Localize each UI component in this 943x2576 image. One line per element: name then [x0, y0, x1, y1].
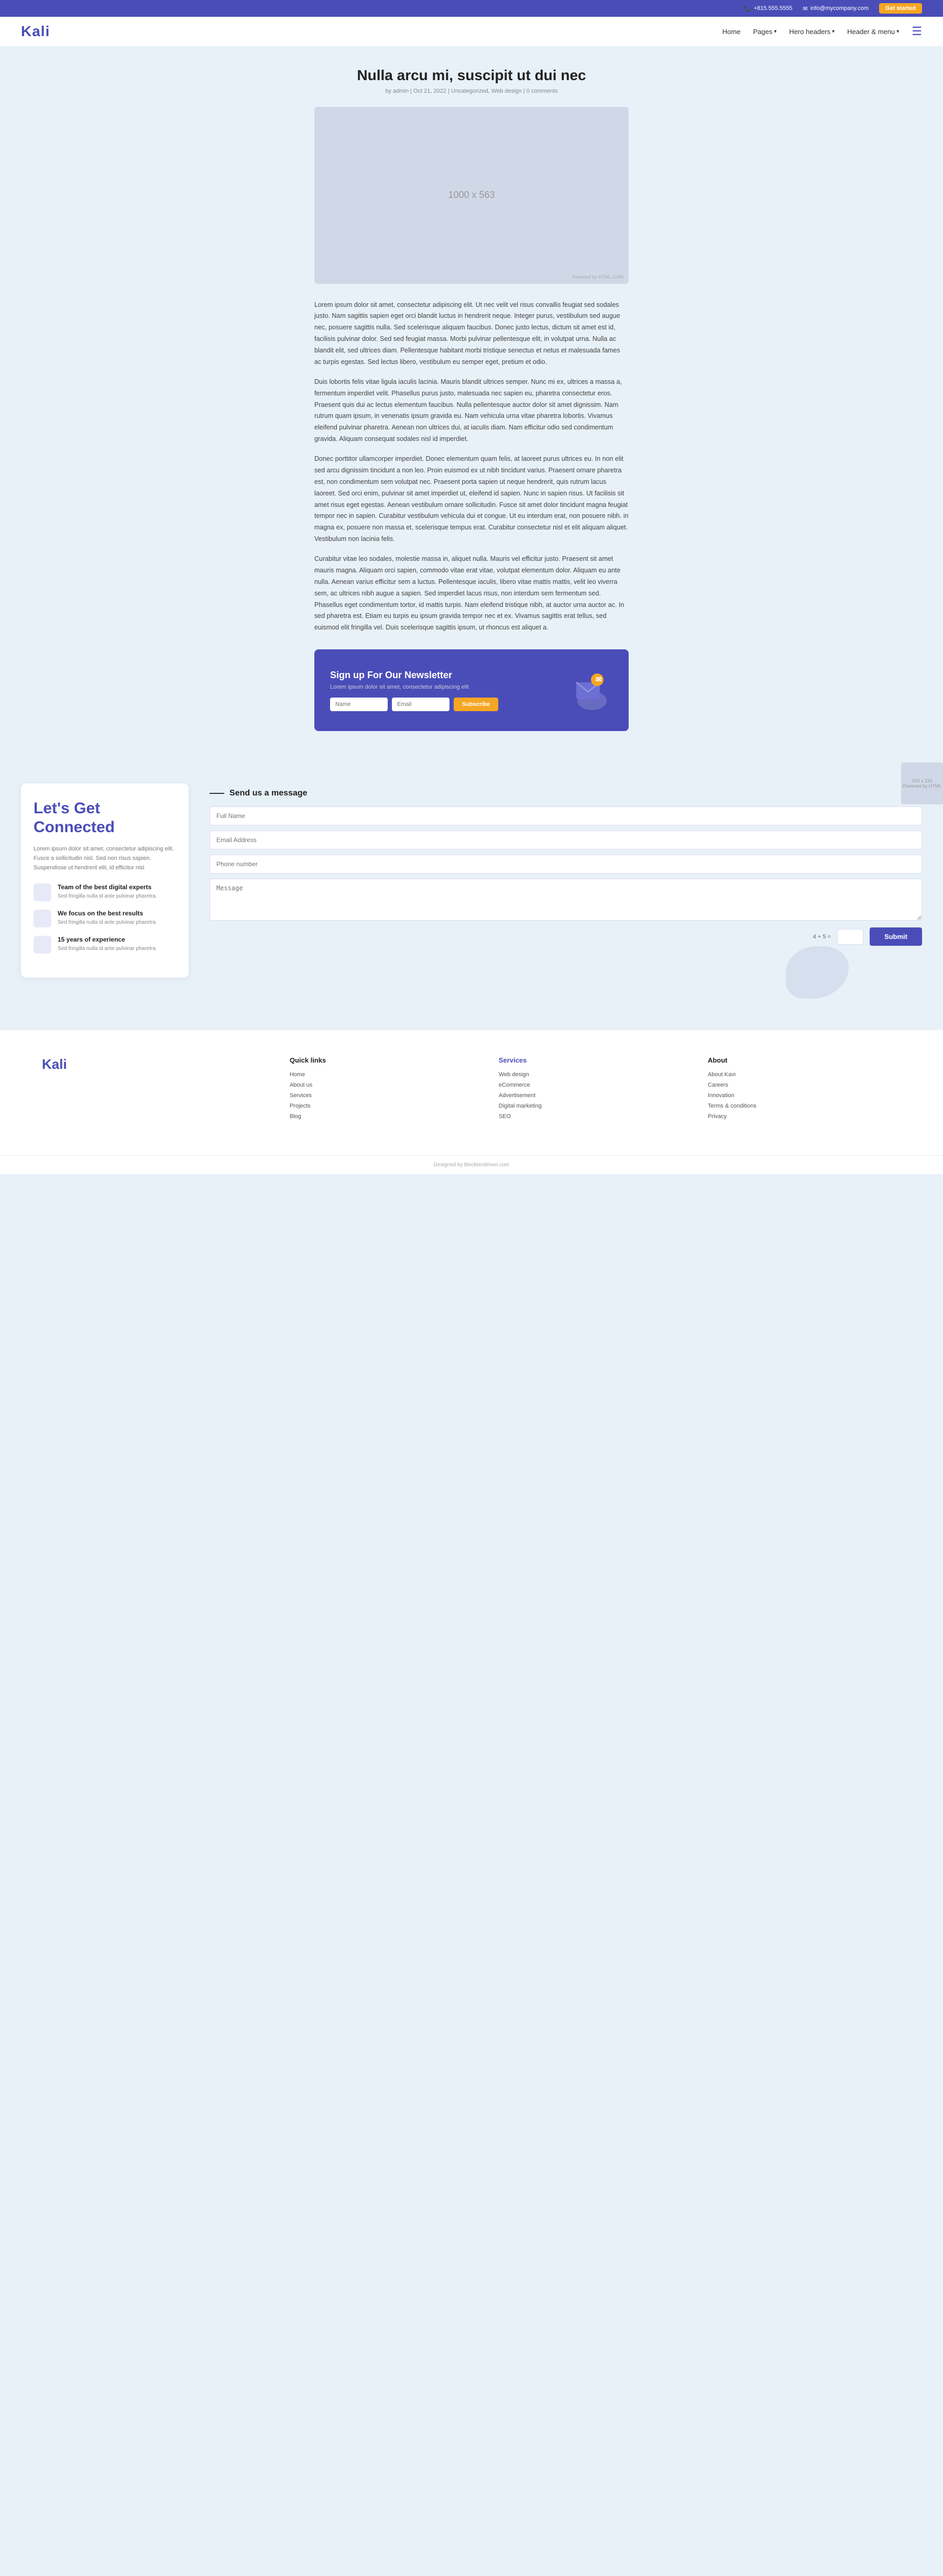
get-started-button[interactable]: Get started	[879, 3, 922, 14]
image-dimensions-label: 1000 x 563	[448, 190, 495, 201]
footer-about-col: About About Kavi Careers Innovation Term…	[708, 1056, 901, 1124]
post-meta: by admin | Oct 21, 2022 | Uncategorized,…	[314, 88, 629, 94]
navbar: Kali Home Pages ▾ Hero headers ▾ Header …	[0, 17, 943, 46]
site-logo[interactable]: Kali	[21, 23, 50, 40]
feature-icon-1	[34, 883, 51, 901]
footer-link-innovation[interactable]: Innovation	[708, 1092, 901, 1099]
contact-form-title: Send us a message	[210, 789, 922, 798]
feature-desc-3: Sed fringilla nulla id ante pulvinar pha…	[58, 945, 157, 953]
feature-title-3: 15 years of experience	[58, 936, 157, 943]
left-panel: Let's Get Connected Lorem ipsum dolor si…	[21, 783, 189, 977]
feature-title-1: Team of the best digital experts	[58, 883, 157, 891]
email-field[interactable]	[210, 831, 922, 849]
phone-item: 📞 +815.555.5555	[744, 5, 792, 12]
chevron-down-icon: ▾	[896, 29, 899, 35]
panel-title: Let's Get Connected	[34, 799, 176, 837]
feature-item-2: We focus on the best results Sed fringil…	[34, 910, 176, 927]
feature-text-2: We focus on the best results Sed fringil…	[58, 910, 157, 926]
feature-title-2: We focus on the best results	[58, 910, 157, 917]
footer-link-privacy[interactable]: Privacy	[708, 1113, 901, 1120]
connected-section: 200 x 110Powered by HTML Let's Get Conne…	[0, 752, 943, 998]
footer-logo[interactable]: Kali	[42, 1056, 274, 1073]
image-watermark: Powered by HTML.COM	[572, 274, 623, 280]
post-paragraph-3: Donec porttitor ullamcorper imperdiet. D…	[314, 454, 629, 545]
captcha-label: 4 + 5 =	[813, 934, 831, 940]
newsletter-section: Sign up For Our Newsletter Lorem ipsum d…	[314, 649, 629, 731]
newsletter-graphic: ✉	[561, 664, 613, 716]
nav-links: Home Pages ▾ Hero headers ▾ Header & men…	[722, 25, 922, 38]
footer-link-projects[interactable]: Projects	[290, 1103, 483, 1109]
nav-pages[interactable]: Pages ▾	[753, 28, 776, 36]
nav-home[interactable]: Home	[722, 28, 741, 36]
footer-about-title: About	[708, 1056, 901, 1064]
footer-quick-links-title: Quick links	[290, 1056, 483, 1064]
chevron-down-icon: ▾	[774, 29, 776, 35]
footer-link-about-kavi[interactable]: About Kavi	[708, 1071, 901, 1078]
top-bar: 📞 +815.555.5555 ✉ info@mycompany.com Get…	[0, 0, 943, 17]
email-item: ✉ info@mycompany.com	[803, 5, 868, 12]
email-address: info@mycompany.com	[810, 5, 869, 12]
feature-item-1: Team of the best digital experts Sed fri…	[34, 883, 176, 901]
post-paragraph-1: Lorem ipsum dolor sit amet, consectetur …	[314, 300, 629, 368]
panel-subtitle: Lorem ipsum dolor sit amet, consectetur …	[34, 844, 176, 872]
post-title: Nulla arcu mi, suscipit ut dui nec	[314, 67, 629, 84]
footer-link-webdesign[interactable]: Web design	[499, 1071, 692, 1078]
footer-logo-col: Kali	[42, 1056, 274, 1124]
newsletter-name-input[interactable]	[330, 698, 388, 711]
feature-desc-1: Sed fringilla nulla id ante pulvinar pha…	[58, 892, 157, 900]
footer-link-seo[interactable]: SEO	[499, 1113, 692, 1120]
sidebar-ad: 200 x 110Powered by HTML	[901, 762, 943, 804]
footer-link-home[interactable]: Home	[290, 1071, 483, 1078]
phone-number: +815.555.5555	[754, 5, 793, 12]
post-image: 1000 x 563 Powered by HTML.COM	[314, 107, 629, 284]
newsletter-title: Sign up For Our Newsletter	[330, 670, 561, 681]
full-name-field[interactable]	[210, 806, 922, 825]
footer-link-blog[interactable]: Blog	[290, 1113, 483, 1120]
email-icon: ✉	[803, 5, 807, 12]
footer-services-col: Services Web design eCommerce Advertisem…	[499, 1056, 692, 1124]
newsletter-subtitle: Lorem ipsum dolor sit amet, consectetur …	[330, 684, 561, 690]
post-paragraph-2: Duis lobortis felis vitae ligula iaculis…	[314, 377, 629, 445]
phone-icon: 📞	[744, 5, 751, 12]
subscribe-button[interactable]: Subscribe	[454, 698, 498, 711]
footer-link-about[interactable]: About us	[290, 1082, 483, 1088]
submit-button[interactable]: Submit	[870, 927, 922, 946]
feature-icon-2	[34, 910, 51, 927]
form-bottom-row: 4 + 5 = Submit	[210, 927, 922, 946]
nav-hero-headers[interactable]: Hero headers ▾	[789, 28, 835, 36]
chevron-down-icon: ▾	[832, 29, 835, 35]
footer-link-careers[interactable]: Careers	[708, 1082, 901, 1088]
footer: Kali Quick links Home About us Services …	[0, 1030, 943, 1155]
nav-header-menu[interactable]: Header & menu ▾	[847, 28, 899, 36]
feature-item-3: 15 years of experience Sed fringilla nul…	[34, 936, 176, 954]
footer-bottom: Designed by blocktendriven.com	[0, 1155, 943, 1174]
hamburger-icon[interactable]: ☰	[912, 25, 922, 38]
feature-text-1: Team of the best digital experts Sed fri…	[58, 883, 157, 900]
footer-link-terms[interactable]: Terms & conditions	[708, 1103, 901, 1109]
footer-link-ecommerce[interactable]: eCommerce	[499, 1082, 692, 1088]
footer-link-advertisement[interactable]: Advertisement	[499, 1092, 692, 1099]
message-field[interactable]	[210, 879, 922, 921]
captcha-input[interactable]	[837, 929, 863, 945]
blob-decoration	[786, 946, 849, 999]
phone-field[interactable]	[210, 855, 922, 874]
copyright-text: Designed by blocktendriven.com	[434, 1162, 510, 1168]
svg-text:✉: ✉	[596, 675, 602, 683]
feature-desc-2: Sed fringilla nulla id ante pulvinar pha…	[58, 919, 157, 926]
post-paragraph-4: Curabitur vitae leo sodales, molestie ma…	[314, 554, 629, 634]
footer-grid: Kali Quick links Home About us Services …	[42, 1056, 901, 1124]
newsletter-email-input[interactable]	[392, 698, 449, 711]
newsletter-left: Sign up For Our Newsletter Lorem ipsum d…	[330, 670, 561, 711]
footer-services-title: Services	[499, 1056, 692, 1064]
footer-link-digital-marketing[interactable]: Digital marketing	[499, 1103, 692, 1109]
footer-quick-links-col: Quick links Home About us Services Proje…	[290, 1056, 483, 1124]
feature-text-3: 15 years of experience Sed fringilla nul…	[58, 936, 157, 953]
footer-link-services[interactable]: Services	[290, 1092, 483, 1099]
newsletter-form: Subscribe	[330, 698, 561, 711]
feature-icon-3	[34, 936, 51, 954]
